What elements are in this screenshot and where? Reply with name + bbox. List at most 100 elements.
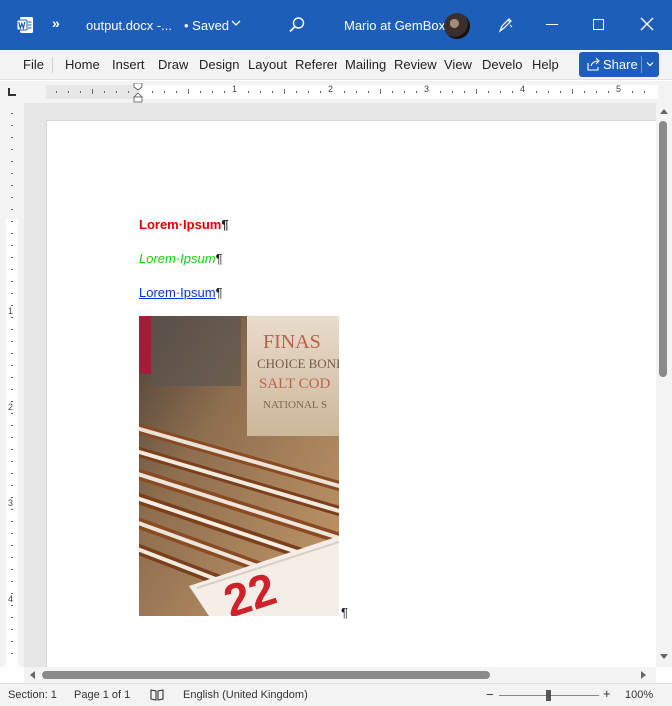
search-icon[interactable]	[288, 16, 306, 34]
pen-icon[interactable]	[496, 16, 514, 34]
ruler-tick	[404, 91, 405, 93]
maximize-button[interactable]	[593, 19, 604, 30]
vruler-tick	[11, 293, 13, 294]
vruler-tick	[11, 389, 13, 390]
vertical-ruler[interactable]: 1 2 3 4	[0, 103, 24, 667]
vruler-tick	[11, 197, 13, 198]
vruler-tick	[11, 113, 13, 114]
tab-stop-selector[interactable]	[8, 88, 16, 96]
paragraph-italic-green[interactable]: Lorem·Ipsum¶	[139, 251, 223, 266]
vruler-tick	[11, 353, 13, 354]
ruler-tick	[56, 91, 57, 93]
ruler-tick	[296, 91, 297, 93]
tab-mailings[interactable]: Mailing	[345, 57, 387, 72]
vruler-tick	[11, 161, 13, 162]
scroll-down-icon[interactable]	[659, 653, 669, 661]
ruler-tick	[392, 91, 393, 93]
horizontal-scroll-thumb[interactable]	[42, 671, 490, 679]
ruler-tick	[512, 91, 513, 93]
ruler-tick	[68, 91, 69, 93]
minimize-button[interactable]	[546, 24, 558, 25]
ruler-tick	[104, 91, 105, 93]
document-canvas[interactable]: Lorem·Ipsum¶ Lorem·Ipsum¶ Lorem·Ipsum¶ F…	[24, 103, 656, 667]
section-indicator[interactable]: Section: 1	[8, 689, 57, 701]
document-page[interactable]: Lorem·Ipsum¶ Lorem·Ipsum¶ Lorem·Ipsum¶ F…	[46, 120, 656, 667]
zoom-slider-thumb[interactable]	[546, 690, 551, 701]
ruler-tick	[536, 91, 537, 93]
tab-review[interactable]: Review	[394, 57, 437, 72]
user-name[interactable]: Mario at GemBox	[344, 18, 445, 33]
tab-design[interactable]: Design	[199, 57, 239, 72]
language-indicator[interactable]: English (United Kingdom)	[183, 689, 308, 701]
tab-view[interactable]: View	[444, 57, 472, 72]
horizontal-scrollbar[interactable]	[24, 667, 656, 683]
ruler-tick	[488, 91, 489, 93]
vruler-tick	[11, 245, 13, 246]
avatar[interactable]	[444, 13, 470, 39]
status-bar: Section: 1 Page 1 of 1 English (United K…	[0, 683, 672, 706]
vruler-tick	[11, 629, 13, 630]
ruler-tick	[200, 91, 201, 93]
tab-home[interactable]: Home	[65, 57, 100, 72]
vruler-tick	[11, 329, 13, 330]
close-icon[interactable]	[640, 17, 654, 31]
tab-file[interactable]: File	[23, 57, 44, 72]
indent-marker[interactable]	[133, 83, 143, 103]
vruler-tick	[11, 545, 13, 546]
ruler-tick	[92, 89, 93, 94]
ruler-tick	[272, 91, 273, 93]
pilcrow-mark: ¶	[341, 605, 348, 620]
ruler-tick	[308, 91, 309, 93]
horizontal-ruler[interactable]: 1 2 3 4 5	[0, 81, 672, 103]
paragraph-bold-red[interactable]: Lorem·Ipsum¶	[139, 217, 229, 232]
ruler-tick	[248, 91, 249, 93]
ruler-tick	[80, 91, 81, 93]
ruler-tick	[548, 91, 549, 93]
document-filename[interactable]: output.docx -...	[86, 18, 172, 33]
vruler-tick	[11, 185, 13, 186]
ruler-tick	[320, 91, 321, 93]
ruler-tick	[188, 89, 189, 94]
tab-help[interactable]: Help	[532, 57, 559, 72]
vruler-tick	[11, 317, 13, 318]
scroll-left-icon[interactable]	[28, 670, 36, 680]
vruler-tick	[11, 449, 13, 450]
ruler-tick	[224, 91, 225, 93]
vruler-tick	[11, 653, 13, 654]
ruler-tick	[212, 91, 213, 93]
quick-access-overflow-button[interactable]: »	[52, 15, 60, 31]
paragraph-hyperlink[interactable]: Lorem·Ipsum¶	[139, 285, 223, 300]
word-icon[interactable]	[16, 16, 34, 34]
scroll-up-icon[interactable]	[659, 107, 669, 115]
zoom-level[interactable]: 100%	[625, 689, 653, 701]
tab-insert[interactable]: Insert	[112, 57, 145, 72]
chevron-down-icon[interactable]	[645, 59, 655, 69]
vruler-tick	[11, 257, 13, 258]
share-divider	[641, 56, 642, 73]
vruler-tick	[11, 209, 13, 210]
vruler-tick	[11, 365, 13, 366]
document-photo[interactable]: FINAS CHOICE BONE SALT COD NATIONAL S 22	[139, 316, 339, 616]
vruler-tick	[11, 125, 13, 126]
saved-status[interactable]: • Saved	[184, 18, 229, 33]
vruler-tick	[11, 269, 13, 270]
vertical-scroll-thumb[interactable]	[659, 121, 667, 377]
hyperlink-text[interactable]: Lorem·Ipsum	[139, 285, 216, 300]
ruler-number: 3	[424, 84, 430, 94]
vertical-scrollbar[interactable]	[656, 103, 672, 667]
share-button[interactable]: Share	[579, 52, 659, 77]
ribbon-tab-bar: File Home Insert Draw Design Layout Refe…	[0, 50, 672, 80]
zoom-out-button[interactable]: −	[486, 687, 494, 702]
zoom-in-button[interactable]: +	[603, 686, 611, 701]
ruler-tick	[176, 91, 177, 93]
tab-developer[interactable]: Develo	[482, 57, 523, 72]
proofing-icon[interactable]	[150, 689, 164, 701]
tab-draw[interactable]: Draw	[158, 57, 188, 72]
page-indicator[interactable]: Page 1 of 1	[74, 689, 130, 701]
scroll-right-icon[interactable]	[640, 670, 648, 680]
ruler-tick	[572, 89, 573, 94]
tab-references[interactable]: Referen	[295, 57, 337, 72]
ruler-number: 5	[616, 84, 622, 94]
chevron-down-icon[interactable]	[230, 17, 242, 29]
tab-layout[interactable]: Layout	[248, 57, 287, 72]
